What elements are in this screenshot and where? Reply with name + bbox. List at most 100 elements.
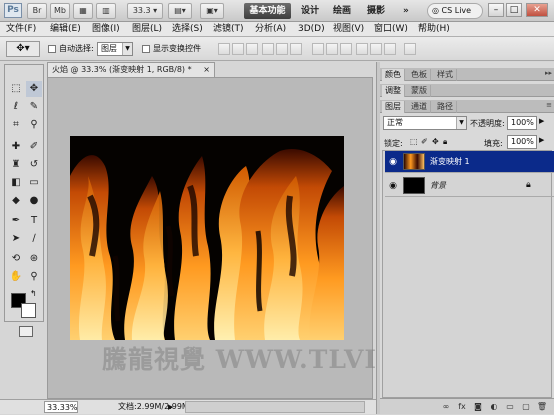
swap-colors-icon[interactable]: ↰ xyxy=(30,289,37,298)
brush-tool-icon[interactable]: ✐ xyxy=(26,139,42,155)
crop-tool-icon[interactable]: ⌗ xyxy=(8,117,24,133)
show-transform-checkbox[interactable] xyxy=(142,45,150,53)
zoom-tool-icon[interactable]: ⚲ xyxy=(26,269,42,285)
menu-filter[interactable]: 滤镜(T) xyxy=(213,23,244,36)
menu-help[interactable]: 帮助(H) xyxy=(418,23,450,36)
auto-select-dropdown[interactable]: 图层 ▼ xyxy=(97,42,133,56)
tool-preset-picker[interactable]: ✥▾ xyxy=(6,41,40,57)
line-tool-icon[interactable]: ∕ xyxy=(26,231,42,247)
new-layer-icon[interactable]: ▢ xyxy=(520,401,532,412)
menu-window[interactable]: 窗口(W) xyxy=(374,23,408,36)
lock-image-icon[interactable]: ✐ xyxy=(421,137,428,146)
status-menu-arrow-icon[interactable]: ▶ xyxy=(168,401,173,413)
menu-edit[interactable]: 编辑(E) xyxy=(50,23,81,36)
distribute-left-icon[interactable] xyxy=(356,43,368,55)
menu-file[interactable]: 文件(F) xyxy=(6,23,36,36)
fire-image-canvas[interactable] xyxy=(70,136,344,340)
align-left-icon[interactable] xyxy=(262,43,274,55)
lasso-tool-icon[interactable]: ℓ xyxy=(8,99,24,115)
healing-brush-tool-icon[interactable]: ✚ xyxy=(8,139,24,155)
menu-layer[interactable]: 图层(L) xyxy=(132,23,162,36)
tab-color[interactable]: 颜色 xyxy=(382,69,405,81)
tab-swatches[interactable]: 色板 xyxy=(408,69,431,81)
visibility-eye-icon[interactable]: ◉ xyxy=(387,180,399,192)
lock-position-icon[interactable]: ✥ xyxy=(432,137,439,146)
align-top-icon[interactable] xyxy=(218,43,230,55)
auto-align-icon[interactable] xyxy=(404,43,416,55)
tab-adjustments[interactable]: 调整 xyxy=(382,85,405,97)
minibridge-button[interactable]: Mb xyxy=(50,3,70,19)
blend-mode-dropdown[interactable]: 正常 ▼ xyxy=(383,116,467,130)
distribute-bottom-icon[interactable] xyxy=(340,43,352,55)
align-vcenter-icon[interactable] xyxy=(232,43,244,55)
history-brush-tool-icon[interactable]: ↺ xyxy=(26,157,42,173)
quick-select-tool-icon[interactable]: ✎ xyxy=(26,99,42,115)
horizontal-scrollbar[interactable] xyxy=(185,401,365,413)
workspace-essentials[interactable]: 基本功能 xyxy=(244,3,291,19)
fill-field[interactable]: 100% xyxy=(507,135,537,149)
clone-stamp-tool-icon[interactable]: ♜ xyxy=(8,157,24,173)
panel-collapse-icon[interactable]: ▸▸ xyxy=(545,69,552,77)
tab-paths[interactable]: 路径 xyxy=(434,101,457,113)
link-layers-icon[interactable]: ∞ xyxy=(440,401,452,412)
align-hcenter-icon[interactable] xyxy=(276,43,288,55)
path-selection-tool-icon[interactable]: ➤ xyxy=(8,231,24,247)
workspace-painting[interactable]: 绘画 xyxy=(333,3,351,19)
3d-rotate-tool-icon[interactable]: ⟲ xyxy=(8,251,24,267)
arrange-documents-button[interactable]: ▤▾ xyxy=(168,3,192,19)
auto-select-checkbox[interactable] xyxy=(48,45,56,53)
zoom-level-button[interactable]: ▥ xyxy=(96,3,116,19)
document-tab[interactable]: 火焰 @ 33.3% (渐变映射 1, RGB/8) * × xyxy=(47,62,215,77)
workspace-more[interactable]: » xyxy=(403,3,409,19)
zoom-field[interactable]: 33.33% xyxy=(44,401,78,413)
tab-channels[interactable]: 通道 xyxy=(408,101,431,113)
panel-menu-icon[interactable]: ≡ xyxy=(546,101,552,109)
view-extras-button[interactable]: ▦ xyxy=(73,3,93,19)
align-bottom-icon[interactable] xyxy=(246,43,258,55)
3d-orbit-tool-icon[interactable]: ⊛ xyxy=(26,251,42,267)
minimize-icon[interactable]: – xyxy=(488,3,504,17)
layer-row-background[interactable]: ◉ 背景 🔒︎ xyxy=(385,175,554,197)
distribute-top-icon[interactable] xyxy=(312,43,324,55)
menu-3d[interactable]: 3D(D) xyxy=(298,23,325,36)
menu-analysis[interactable]: 分析(A) xyxy=(255,23,286,36)
quick-mask-icon[interactable] xyxy=(19,326,33,337)
screen-mode-button[interactable]: ▣▾ xyxy=(200,3,224,19)
opacity-slider-icon[interactable]: ▶ xyxy=(539,117,544,125)
type-tool-icon[interactable]: T xyxy=(26,213,42,229)
menu-image[interactable]: 图像(I) xyxy=(92,23,120,36)
fill-slider-icon[interactable]: ▶ xyxy=(539,136,544,144)
bridge-button[interactable]: Br xyxy=(27,3,47,19)
lock-all-icon[interactable]: 🔒︎ xyxy=(443,137,447,147)
maximize-icon[interactable]: □ xyxy=(506,3,522,17)
workspace-design[interactable]: 设计 xyxy=(301,3,319,19)
new-group-icon[interactable]: ▭ xyxy=(504,401,516,412)
move-tool-icon[interactable]: ✥ xyxy=(26,81,42,97)
eraser-tool-icon[interactable]: ◧ xyxy=(8,175,24,191)
layer-style-icon[interactable]: fx xyxy=(456,401,468,412)
tab-styles[interactable]: 样式 xyxy=(434,69,457,81)
visibility-eye-icon[interactable]: ◉ xyxy=(387,156,399,168)
cs-live-button[interactable]: ◎ CS Live xyxy=(427,3,483,19)
workspace-photography[interactable]: 摄影 xyxy=(367,3,385,19)
dodge-tool-icon[interactable]: ● xyxy=(26,193,42,209)
lock-transparent-icon[interactable]: ⬚ xyxy=(410,137,418,146)
marquee-tool-icon[interactable]: ⬚ xyxy=(8,81,24,97)
eyedropper-tool-icon[interactable]: ⚲ xyxy=(26,117,42,133)
close-document-icon[interactable]: × xyxy=(203,63,210,77)
background-color-swatch[interactable] xyxy=(21,303,36,318)
menu-select[interactable]: 选择(S) xyxy=(172,23,203,36)
distribute-hcenter-icon[interactable] xyxy=(370,43,382,55)
distribute-right-icon[interactable] xyxy=(384,43,396,55)
blur-tool-icon[interactable]: ◆ xyxy=(8,193,24,209)
gradient-tool-icon[interactable]: ▭ xyxy=(26,175,42,191)
add-mask-icon[interactable]: ◙ xyxy=(472,401,484,412)
close-icon[interactable]: ✕ xyxy=(526,3,548,17)
zoom-level-dropdown[interactable]: 33.3 ▾ xyxy=(127,3,163,19)
trash-icon[interactable]: 🗑︎ xyxy=(536,401,548,412)
pen-tool-icon[interactable]: ✒ xyxy=(8,213,24,229)
align-right-icon[interactable] xyxy=(290,43,302,55)
hand-tool-icon[interactable]: ✋ xyxy=(8,269,24,285)
tab-masks[interactable]: 蒙版 xyxy=(408,85,431,97)
distribute-vcenter-icon[interactable] xyxy=(326,43,338,55)
